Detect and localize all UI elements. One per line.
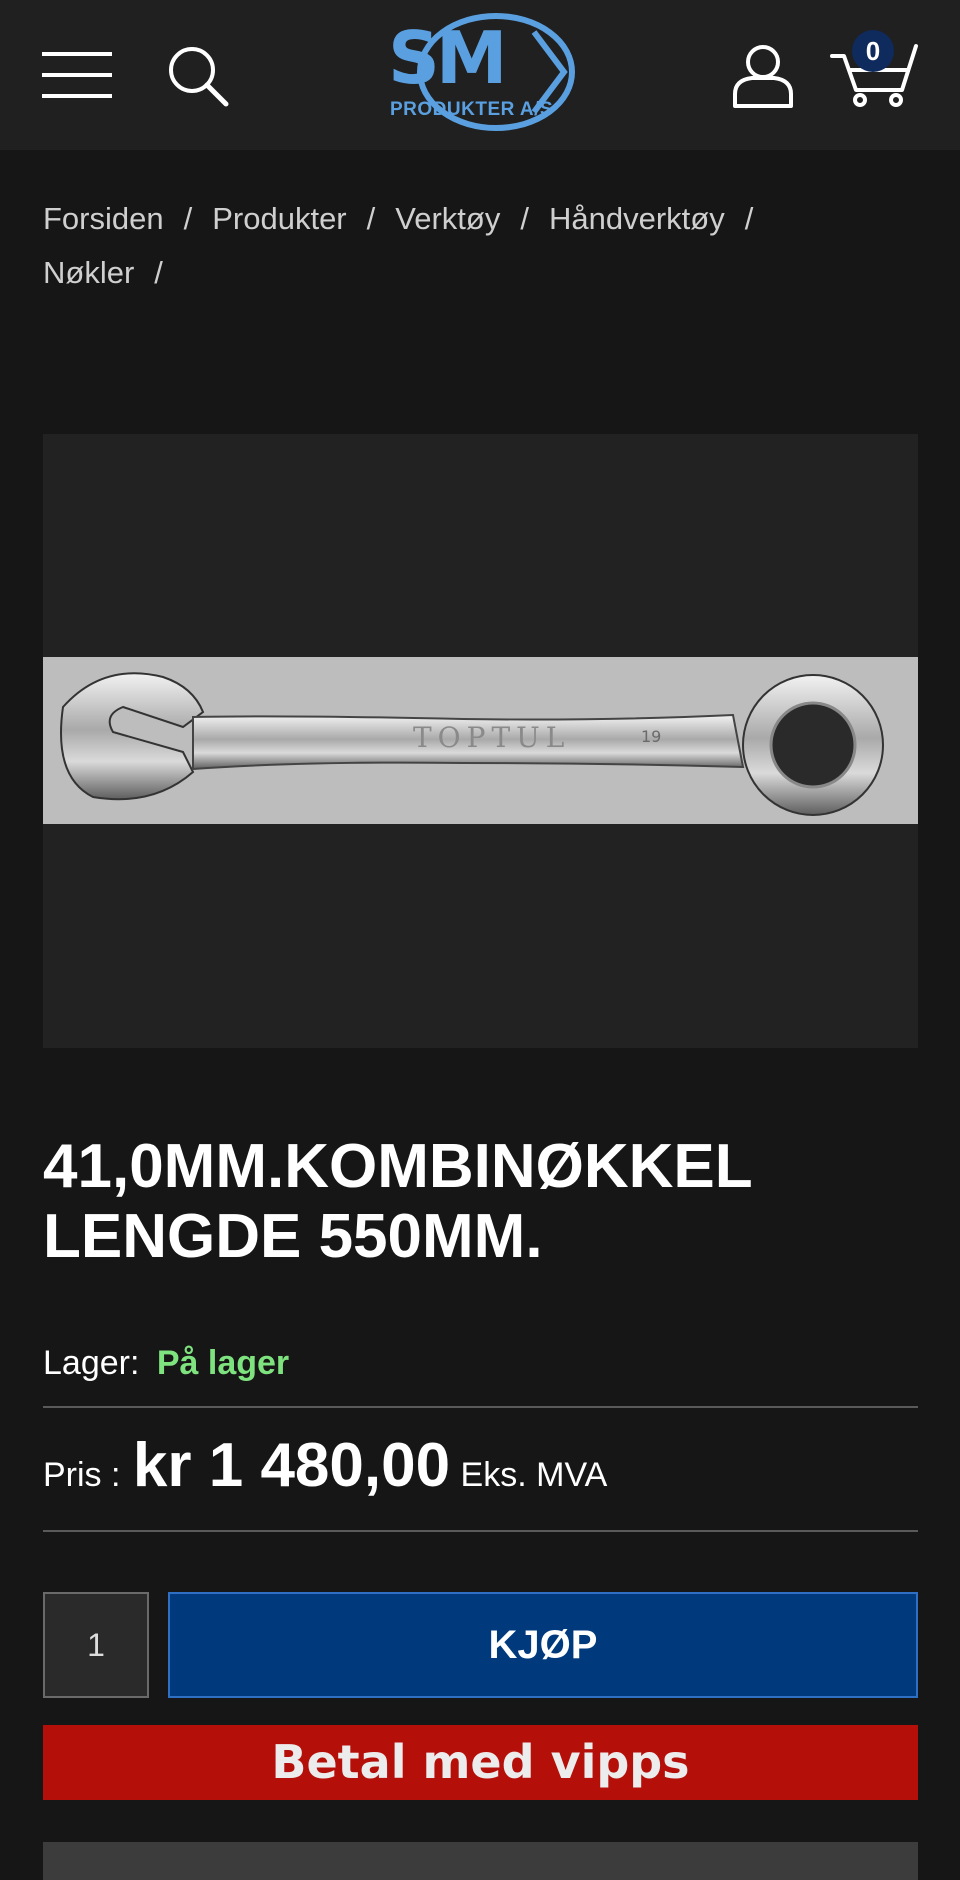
quantity-input[interactable] [43, 1592, 149, 1698]
stock-status: Lager: På lager [43, 1338, 918, 1388]
price-label: Pris : [43, 1456, 121, 1494]
vipps-label: Betal med [271, 1735, 535, 1789]
buy-button[interactable]: KJØP [168, 1592, 918, 1698]
breadcrumb-item-verktoy[interactable]: Verktøy [395, 192, 500, 246]
breadcrumb-separator: / [154, 255, 163, 290]
product-image[interactable]: TOPTUL 19 [43, 434, 918, 1048]
product-title: 41,0MM.KOMBINØKKEL LENGDE 550MM. [43, 1132, 923, 1272]
stock-label: Lager: [43, 1344, 140, 1382]
logo-sub-text: PRODUKTER A/S [390, 99, 554, 120]
wrench-engraving: TOPTUL [413, 721, 570, 754]
menu-icon[interactable] [42, 50, 112, 100]
vipps-pay-button[interactable]: Betal med vipps [43, 1725, 918, 1800]
breadcrumb-item-nokler[interactable]: Nøkler [43, 246, 134, 300]
price-row: Pris : kr 1 480,00 Eks. MVA [43, 1430, 918, 1510]
breadcrumb-separator: / [366, 201, 376, 236]
price-value: kr 1 480,00 [132, 1431, 451, 1500]
logo-main-text: SM [388, 16, 508, 100]
stock-value: På lager [156, 1344, 290, 1382]
next-section-bar [43, 1842, 918, 1880]
search-icon[interactable] [166, 44, 230, 108]
wrench-image: TOPTUL 19 [60, 672, 884, 816]
breadcrumb-item-handverktoy[interactable]: Håndverktøy [549, 192, 725, 246]
product-photo-background: TOPTUL 19 [43, 657, 918, 824]
breadcrumb-separator: / [744, 201, 754, 236]
cart-count-badge: 0 [852, 30, 894, 72]
product-title-line-1: 41,0MM.KOMBINØKKEL [43, 1132, 753, 1201]
breadcrumb-item-produkter[interactable]: Produkter [212, 192, 346, 246]
user-icon[interactable] [730, 42, 796, 110]
breadcrumb-item-forsiden[interactable]: Forsiden [43, 192, 164, 246]
vipps-logo: vipps [550, 1735, 690, 1789]
divider [43, 1406, 918, 1408]
wrench-size-mark: 19 [641, 727, 661, 746]
breadcrumb-separator: / [183, 201, 193, 236]
product-title-line-2: LENGDE 550MM. [43, 1202, 543, 1271]
price-vat-note: Eks. MVA [460, 1456, 608, 1494]
breadcrumb-separator: / [520, 201, 529, 236]
divider [43, 1530, 918, 1532]
breadcrumb: Forsiden / Produkter / Verktøy / Håndverktøy / N… [43, 192, 923, 300]
